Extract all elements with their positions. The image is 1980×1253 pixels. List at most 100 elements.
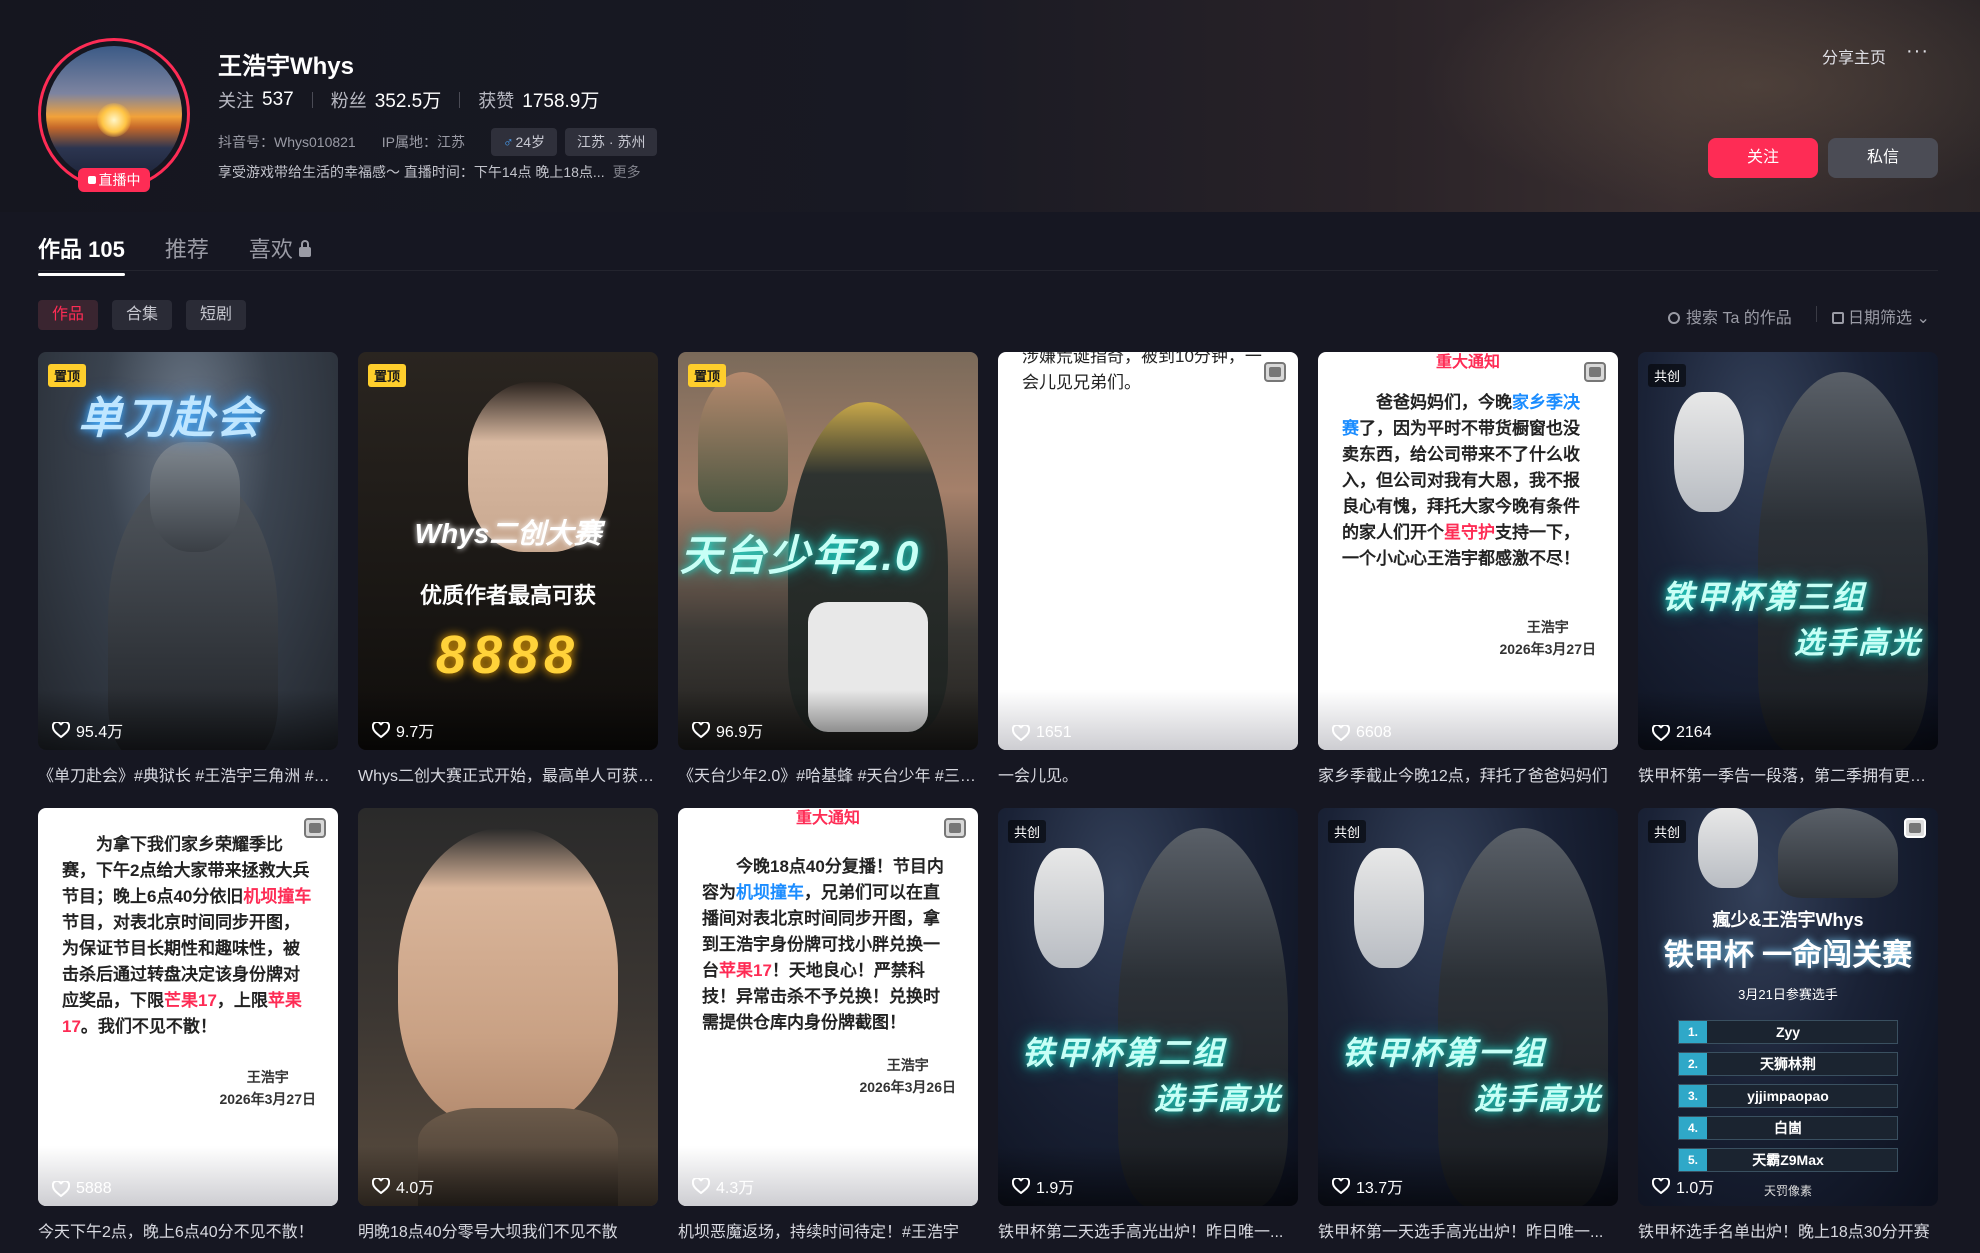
cover-title: 铁甲杯第一组 bbox=[1342, 1035, 1547, 1071]
cover-amount: 8888 bbox=[435, 625, 581, 685]
heart-icon bbox=[692, 1178, 710, 1194]
video-card[interactable]: 涉嫌荒诞指奇，被到10分钟，一会儿见兄弟们。 1651 bbox=[998, 352, 1298, 750]
profile-meta: 抖音号：Whys010821 IP属地：江苏 ♂ 24岁 江苏 · 苏州 bbox=[218, 128, 665, 156]
like-count: 1.0万 bbox=[1652, 1174, 1714, 1198]
profile-stats: 关注 537 粉丝 352.5万 获赞 1758.9万 bbox=[218, 86, 599, 113]
like-count: 13.7万 bbox=[1332, 1174, 1403, 1198]
profile-bio: 享受游戏带给生活的幸福感～ 直播时间：下午14点 晚上18点... 更多 bbox=[218, 164, 641, 180]
heart-icon bbox=[52, 1181, 70, 1197]
video-card[interactable]: 瘋少&王浩宇Whys 铁甲杯 一命闯关赛 3月21日参赛选手 1. Zyy 2. 天… bbox=[1638, 808, 1938, 1206]
pinned-badge: 置顶 bbox=[688, 364, 727, 387]
cover-title: 铁甲杯 一命闯关赛 bbox=[1663, 939, 1913, 972]
cover-title: Whys二创大赛 bbox=[414, 518, 602, 549]
video-caption[interactable]: 今天下午2点，晚上6点40分不见不散！ bbox=[38, 1218, 338, 1242]
stat-followers[interactable]: 粉丝 352.5万 bbox=[331, 86, 442, 113]
filter-works[interactable]: 作品 bbox=[38, 300, 99, 330]
cover-title: 铁甲杯第三组 bbox=[1662, 579, 1867, 615]
lock-icon bbox=[298, 240, 311, 257]
like-count: 4.3万 bbox=[692, 1174, 754, 1198]
stat-likes: 获赞 1758.9万 bbox=[478, 90, 600, 113]
heart-icon bbox=[372, 722, 390, 738]
player-row: 1. Zyy bbox=[1678, 1020, 1898, 1044]
filter-collections[interactable]: 合集 bbox=[112, 300, 173, 330]
cover-subtitle: 选手高光 bbox=[1154, 1083, 1282, 1116]
video-caption[interactable]: 铁甲杯第一季告一段落，第二季拥有更多精彩 bbox=[1638, 762, 1938, 786]
stat-following[interactable]: 关注 537 bbox=[218, 87, 294, 113]
like-count: 9.7万 bbox=[372, 718, 434, 742]
video-caption[interactable]: Whys二创大赛正式开始，最高单人可获8888元 bbox=[358, 762, 658, 786]
user-name: 王浩宇Whys bbox=[218, 53, 355, 80]
co-create-badge: 共创 bbox=[1648, 364, 1687, 387]
pinned-badge: 置顶 bbox=[368, 364, 407, 387]
cover-subtitle: 选手高光 bbox=[1474, 1083, 1602, 1116]
notice-text: 爸爸妈妈们，今晚家乡季决赛了，因为平时不带货橱窗也没卖东西，给公司带来不了什么收… bbox=[1342, 393, 1580, 568]
cover-subtitle: 瘋少&王浩宇Whys bbox=[1712, 910, 1864, 930]
bio-more-link[interactable]: 更多 bbox=[613, 164, 641, 180]
video-card[interactable]: Whys二创大赛 优质作者最高可获 8888 置顶 9.7万 bbox=[358, 352, 658, 750]
filter-divider bbox=[1816, 306, 1817, 322]
message-button[interactable]: 私信 bbox=[1828, 138, 1938, 178]
cover-subtitle: 优质作者最高可获 bbox=[419, 583, 596, 608]
avatar-image bbox=[46, 46, 182, 182]
video-caption[interactable]: 《单刀赴会》#典狱长 #王浩宇三角洲 #三角洲行动 bbox=[38, 762, 338, 786]
share-profile-button[interactable]: 分享主页 bbox=[1822, 44, 1886, 68]
profile-header: 直播中 王浩宇Whys 关注 537 粉丝 352.5万 获赞 1758.9万 抖音号… bbox=[0, 0, 1980, 212]
cover-title: 天台少年2.0 bbox=[680, 532, 921, 579]
video-card[interactable]: 天台少年2.0 置顶 96.9万 bbox=[678, 352, 978, 750]
chevron-down-icon: ⌄ bbox=[1916, 310, 1930, 327]
cover-title: 铁甲杯第二组 bbox=[1022, 1035, 1227, 1071]
date-filter-dropdown[interactable]: 日期筛选 ⌄ bbox=[1832, 304, 1930, 328]
video-caption[interactable]: 铁甲杯选手名单出炉！晚上18点30分开赛 bbox=[1638, 1218, 1938, 1242]
video-caption[interactable]: 家乡季截止今晚12点，拜托了爸爸妈妈们 bbox=[1318, 762, 1618, 786]
search-icon bbox=[1668, 312, 1680, 324]
like-count: 95.4万 bbox=[52, 718, 123, 742]
image-set-icon bbox=[1584, 362, 1606, 382]
content-filters: 作品 合集 短剧 bbox=[38, 300, 260, 330]
search-works-button[interactable]: 搜索 Ta 的作品 bbox=[1668, 304, 1792, 328]
player-row: 2. 天狮林荆 bbox=[1678, 1052, 1898, 1076]
like-count: 4.0万 bbox=[372, 1174, 434, 1198]
heart-icon bbox=[1652, 1178, 1670, 1194]
video-card[interactable]: 4.0万 bbox=[358, 808, 658, 1206]
video-caption[interactable]: 机坝恶魔返场，持续时间待定！#王浩宇 bbox=[678, 1218, 978, 1242]
video-card[interactable]: 为拿下我们家乡荣耀季比赛，下午2点给大家带来拯救大兵节目；晚上6点40分依旧机坝… bbox=[38, 808, 338, 1206]
video-card[interactable]: 重大通知 爸爸妈妈们，今晚家乡季决赛了，因为平时不带货橱窗也没卖东西，给公司带来… bbox=[1318, 352, 1618, 750]
player-row: 5. 天霸Z9Max bbox=[1678, 1148, 1898, 1172]
player-row: 3. yjjimpaopao bbox=[1678, 1084, 1898, 1108]
notice-heading: 重大通知 bbox=[1435, 354, 1500, 371]
like-count: 2164 bbox=[1652, 724, 1712, 742]
video-caption[interactable]: 一会儿见。 bbox=[998, 762, 1298, 786]
like-count: 1.9万 bbox=[1012, 1174, 1074, 1198]
filter-short-dramas[interactable]: 短剧 bbox=[186, 300, 247, 330]
like-count: 5888 bbox=[52, 1180, 112, 1198]
notice-signature: 王浩宇 2026年3月26日 bbox=[859, 1057, 956, 1095]
heart-icon bbox=[1332, 1178, 1350, 1194]
more-options-icon[interactable]: ··· bbox=[1906, 40, 1929, 63]
video-caption[interactable]: 《天台少年2.0》#哈基蜂 #天台少年 #三角洲 bbox=[678, 762, 978, 786]
video-caption[interactable]: 铁甲杯第一天选手高光出炉！昨日唯一... bbox=[1318, 1218, 1618, 1242]
heart-icon bbox=[1332, 725, 1350, 741]
video-card[interactable]: 铁甲杯第二组 选手高光 共创 1.9万 bbox=[998, 808, 1298, 1206]
co-create-badge: 共创 bbox=[1328, 820, 1367, 843]
heart-icon bbox=[1652, 725, 1670, 741]
follow-button[interactable]: 关注 bbox=[1708, 138, 1818, 178]
douyin-id: 抖音号：Whys010821 bbox=[218, 134, 356, 150]
image-set-icon bbox=[1904, 818, 1926, 838]
location-chip: 江苏 · 苏州 bbox=[565, 128, 658, 156]
like-count: 6608 bbox=[1332, 724, 1392, 742]
video-card[interactable]: 重大通知 今晚18点40分复播！节目内容为机坝撞车，兄弟们可以在直播间对表北京时… bbox=[678, 808, 978, 1206]
tabs-divider bbox=[38, 270, 1938, 271]
male-icon: ♂ bbox=[502, 134, 514, 150]
video-card[interactable]: 铁甲杯第三组 选手高光 共创 2164 bbox=[1638, 352, 1938, 750]
notice-text: 为拿下我们家乡荣耀季比赛，下午2点给大家带来拯救大兵节目；晚上6点40分依旧机坝… bbox=[62, 835, 312, 1036]
video-caption[interactable]: 明晚18点40分零号大坝我们不见不散 bbox=[358, 1218, 658, 1242]
cover-title: 单刀赴会 bbox=[78, 394, 262, 443]
live-badge[interactable]: 直播中 bbox=[78, 168, 150, 192]
video-caption[interactable]: 铁甲杯第二天选手高光出炉！昨日唯一... bbox=[998, 1218, 1298, 1242]
image-set-icon bbox=[1264, 362, 1286, 382]
like-count: 1651 bbox=[1012, 724, 1072, 742]
player-row: 4. 白崮 bbox=[1678, 1116, 1898, 1140]
heart-icon bbox=[692, 722, 710, 738]
video-card[interactable]: 铁甲杯第一组 选手高光 共创 13.7万 bbox=[1318, 808, 1618, 1206]
video-card[interactable]: 单刀赴会 置顶 95.4万 bbox=[38, 352, 338, 750]
